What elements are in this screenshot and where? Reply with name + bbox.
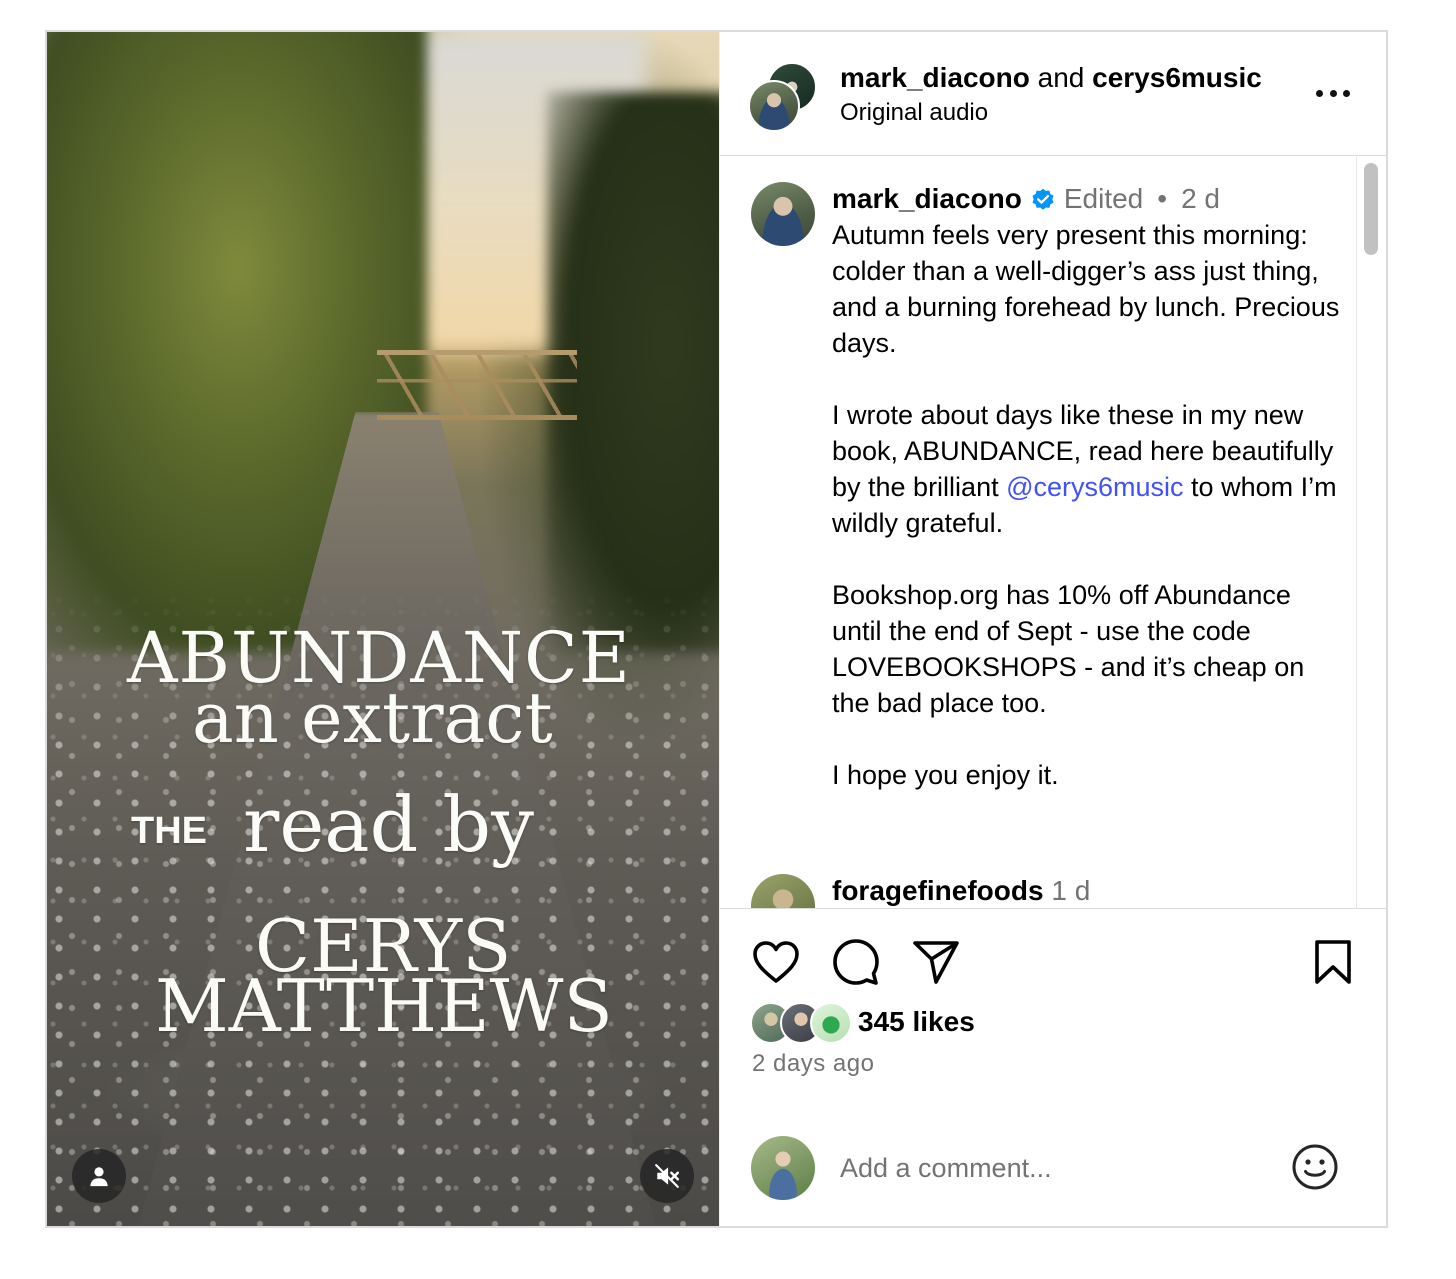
- caption-paragraph: I hope you enjoy it.: [832, 760, 1059, 790]
- paper-plane-icon: [913, 941, 959, 984]
- edited-label: Edited: [1063, 183, 1144, 214]
- caption-time[interactable]: 2 d: [1181, 183, 1220, 215]
- more-options-icon[interactable]: [1316, 90, 1350, 100]
- audio-link[interactable]: Original audio: [840, 99, 988, 127]
- author-joiner: and: [1037, 62, 1085, 93]
- smiley-icon: [1292, 1144, 1338, 1190]
- post-time-ago[interactable]: 2 days ago: [752, 1050, 874, 1078]
- liker-avatar: [810, 1002, 852, 1044]
- comment-avatar[interactable]: [751, 874, 815, 908]
- post-video[interactable]: ABUNDANCE an extract THE read by CERYS M…: [47, 32, 719, 1226]
- avatar-mark-diacono[interactable]: [748, 80, 800, 132]
- caption-paragraph: I wrote about days like these in my new …: [832, 397, 1342, 541]
- post-authors: mark_diacono and cerys6music: [840, 62, 1262, 94]
- bookmark-icon: [1315, 940, 1351, 984]
- speaker-muted-icon: [655, 1164, 680, 1188]
- author-link-cerys6music[interactable]: cerys6music: [1092, 62, 1262, 93]
- scrollbar-thumb[interactable]: [1364, 163, 1378, 255]
- verified-badge-icon: [1032, 188, 1054, 210]
- emoji-button[interactable]: [1290, 1142, 1340, 1192]
- comment-time[interactable]: 1 d: [1051, 875, 1090, 906]
- comments-section[interactable]: mark_diacono Edited • 2 d Autumn feels v…: [720, 157, 1387, 909]
- video-gate: [377, 350, 577, 420]
- overlay-read-by: read by: [243, 780, 535, 869]
- comment-username[interactable]: foragefinefoods: [832, 875, 1044, 906]
- comment-header: foragefinefoods 1 d: [832, 875, 1090, 907]
- caption-text: Autumn feels very present this morning: …: [832, 217, 1342, 829]
- caption-paragraph: Autumn feels very present this morning: …: [832, 220, 1340, 358]
- mention-link[interactable]: @cerys6music: [1006, 472, 1183, 502]
- dot: [1316, 90, 1323, 97]
- post-actions: 345 likes 2 days ago: [720, 910, 1387, 1226]
- caption-paragraph: Bookshop.org has 10% off Abundance until…: [832, 580, 1305, 718]
- person-icon: [90, 1167, 108, 1187]
- post-card: ABUNDANCE an extract THE read by CERYS M…: [45, 30, 1388, 1228]
- caption-username[interactable]: mark_diacono: [832, 183, 1022, 215]
- post-side-panel: mark_diacono and cerys6music Original au…: [719, 32, 1387, 1226]
- overlay-name-last: MATTHEWS: [155, 964, 613, 1048]
- overlay-subtitle: an extract: [192, 677, 553, 759]
- tagged-users-button[interactable]: [72, 1149, 126, 1203]
- likes-count[interactable]: 345 likes: [858, 1006, 975, 1038]
- caption-avatar[interactable]: [751, 182, 815, 246]
- dot: [1343, 90, 1350, 97]
- post-header: mark_diacono and cerys6music Original au…: [720, 32, 1387, 156]
- share-button[interactable]: [910, 936, 962, 988]
- current-user-avatar: [751, 1136, 815, 1200]
- mute-button[interactable]: [640, 1149, 694, 1203]
- dot: [1329, 90, 1337, 97]
- liker-avatars[interactable]: [750, 1002, 854, 1046]
- caption-header: mark_diacono Edited • 2 d: [832, 183, 1220, 215]
- overlay-the: THE: [131, 810, 207, 852]
- save-button[interactable]: [1307, 936, 1359, 988]
- speech-bubble-icon: [833, 939, 879, 985]
- author-link-mark-diacono[interactable]: mark_diacono: [840, 62, 1030, 93]
- heart-icon: [753, 941, 799, 983]
- comment-button[interactable]: [830, 936, 882, 988]
- scrollbar-track[interactable]: [1356, 157, 1378, 908]
- add-comment-input[interactable]: [840, 1146, 1260, 1190]
- like-button[interactable]: [750, 936, 802, 988]
- meta-separator: •: [1157, 183, 1168, 214]
